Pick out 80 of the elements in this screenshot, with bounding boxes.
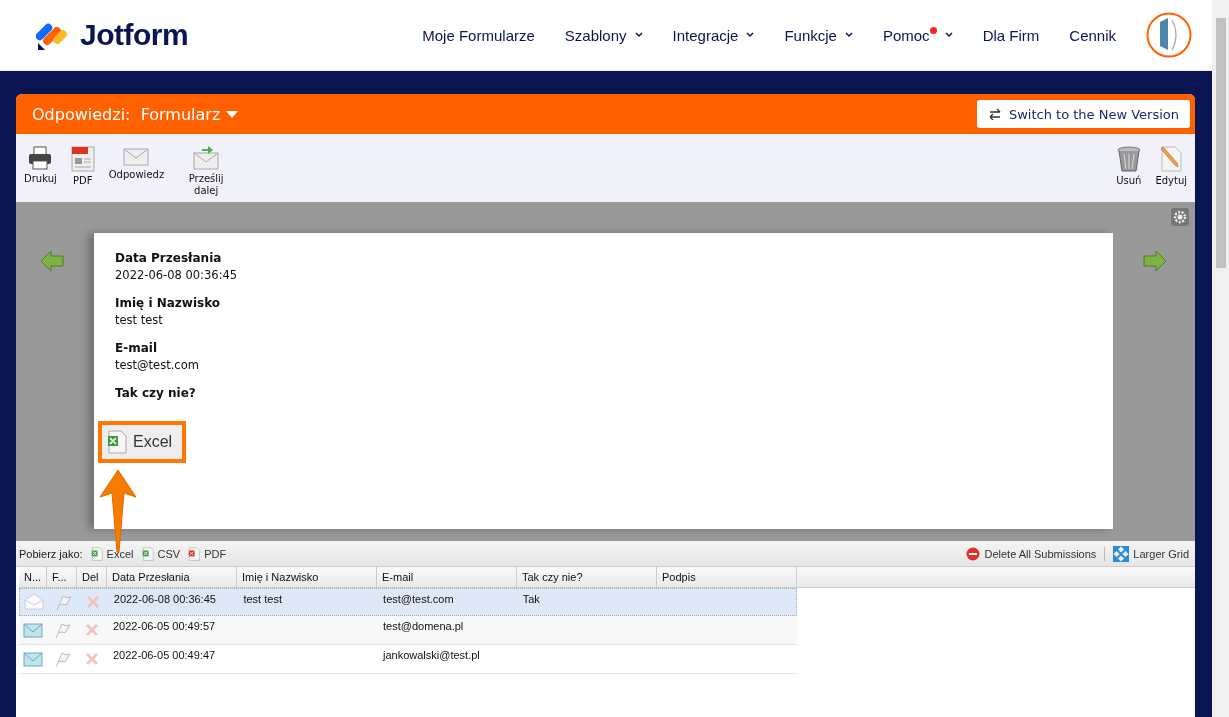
- field-label: Data Przesłania: [115, 251, 223, 265]
- flag-icon[interactable]: [53, 593, 72, 611]
- trash-icon: [1116, 146, 1141, 172]
- flag-icon[interactable]: [53, 650, 71, 668]
- chevron-down-icon: [746, 32, 755, 38]
- spreadsheet-file-icon: [90, 546, 103, 561]
- envelope-icon[interactable]: [23, 622, 43, 638]
- pdf-file-icon: [70, 146, 95, 172]
- delete-all-link[interactable]: Delete All Submissions: [966, 546, 1097, 561]
- field-label: Imię i Nazwisko: [115, 296, 222, 310]
- table-cell: 2022-06-05 00:49:47: [113, 649, 216, 661]
- nav-link[interactable]: Szablony: [564, 26, 643, 44]
- field-value: test test: [115, 313, 164, 327]
- table-cell: test@test.com: [383, 593, 454, 605]
- nav-link[interactable]: Funkcje: [784, 26, 853, 44]
- column-header[interactable]: Del: [77, 567, 107, 587]
- pencil-document-icon: [1159, 146, 1184, 172]
- forward-envelope-icon: [193, 146, 220, 170]
- column-header[interactable]: Data Przesłania: [107, 567, 237, 587]
- download-as-label: Pobierz jako:: [19, 547, 83, 560]
- spreadsheet-file-icon: [188, 546, 201, 561]
- table-row[interactable]: 2022-06-05 00:49:57 test@domena.pl: [19, 616, 797, 645]
- table-cell: test test: [243, 593, 282, 605]
- minus-circle-icon: [966, 546, 981, 561]
- export-link[interactable]: PDF: [188, 546, 227, 561]
- delete-icon[interactable]: [86, 596, 99, 608]
- column-header[interactable]: Tak czy nie?: [517, 567, 657, 587]
- excel-callout-button[interactable]: Excel: [98, 421, 187, 463]
- settings-icon[interactable]: [1171, 208, 1189, 226]
- spreadsheet-file-icon: [141, 546, 154, 561]
- notification-dot: [929, 26, 937, 34]
- field-value: 2022-06-08 00:36:45: [115, 268, 239, 282]
- envelope-icon[interactable]: [23, 651, 43, 667]
- column-header[interactable]: Podpis: [657, 567, 797, 587]
- caret-icon: [226, 110, 239, 118]
- scrollbar[interactable]: [1212, 0, 1229, 717]
- table-cell: 2022-06-05 00:49:57: [113, 620, 216, 632]
- envelope-icon: [123, 146, 150, 166]
- column-header[interactable]: N...: [19, 567, 47, 587]
- column-header[interactable]: E-mail: [377, 567, 517, 587]
- avatar-icon[interactable]: [1146, 12, 1192, 58]
- delete-icon[interactable]: [86, 653, 98, 665]
- nav-link[interactable]: Cennik: [1069, 26, 1116, 44]
- chevron-down-icon: [944, 32, 953, 38]
- spreadsheet-file-icon: [107, 430, 127, 454]
- flag-icon[interactable]: [53, 621, 71, 639]
- toolbar-button[interactable]: Odpowiedz: [104, 146, 169, 181]
- table-cell: jankowalski@test.pl: [383, 649, 480, 661]
- field-value: test@test.com: [115, 358, 200, 372]
- previous-arrow-icon[interactable]: [40, 250, 64, 272]
- column-header[interactable]: F...: [47, 567, 77, 587]
- nav-link[interactable]: Integracje: [672, 26, 755, 44]
- larger-grid-link[interactable]: Larger Grid: [1113, 545, 1189, 562]
- table-cell: 2022-06-08 00:36:45: [113, 593, 216, 605]
- toolbar-button[interactable]: Drukuj: [20, 146, 61, 185]
- table-row[interactable]: 2022-06-08 00:36:45 test test test@test.com Tak: [19, 588, 797, 616]
- chevron-down-icon: [844, 32, 853, 38]
- nav-link[interactable]: Dla Firm: [982, 26, 1040, 44]
- delete-icon[interactable]: [86, 624, 98, 636]
- open-envelope-icon[interactable]: [23, 594, 44, 610]
- expand-icon: [1113, 545, 1130, 562]
- table-cell: test@domena.pl: [383, 620, 464, 632]
- column-header[interactable]: Imię i Nazwisko: [237, 567, 377, 587]
- swap-arrows-icon: [987, 108, 1002, 120]
- table-cell: Tak: [522, 593, 540, 605]
- nav-link[interactable]: Moje Formularze: [422, 26, 535, 44]
- switch-version-button[interactable]: Switch to the New Version: [976, 100, 1190, 128]
- toolbar-button[interactable]: Edytuj: [1151, 146, 1191, 187]
- export-link[interactable]: CSV: [141, 546, 181, 561]
- export-link[interactable]: Excel: [90, 546, 134, 561]
- toolbar-button[interactable]: Prześlij dalej: [174, 146, 239, 197]
- field-label: E-mail: [115, 341, 158, 355]
- chevron-down-icon: [634, 32, 643, 38]
- nav-link[interactable]: Pomoc: [882, 26, 953, 44]
- toolbar-button[interactable]: PDF: [66, 146, 99, 187]
- field-label: Tak czy nie?: [115, 386, 197, 400]
- next-arrow-icon[interactable]: [1143, 250, 1167, 272]
- brand-name[interactable]: Jotform: [80, 18, 189, 52]
- toolbar-button[interactable]: Usuń: [1112, 146, 1146, 187]
- printer-icon: [28, 146, 53, 170]
